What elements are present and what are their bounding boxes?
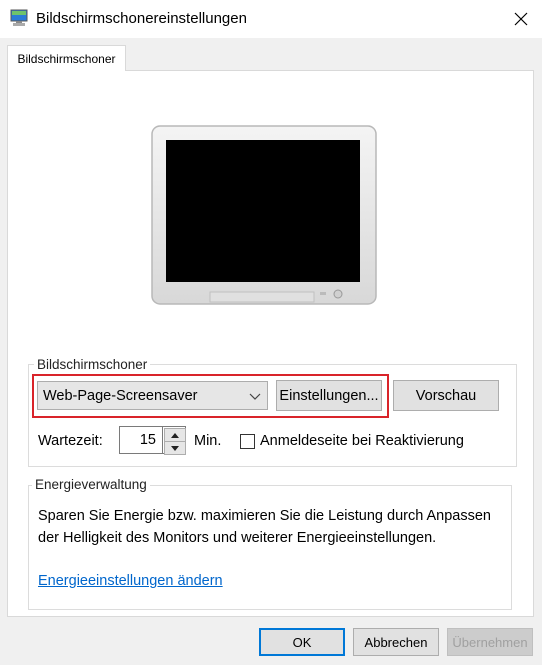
apply-button[interactable]: Übernehmen — [447, 628, 533, 656]
screensaver-select[interactable]: Web-Page-Screensaver — [37, 381, 268, 410]
wait-minutes-input[interactable]: 15 — [119, 426, 163, 454]
energy-description: Sparen Sie Energie bzw. maximieren Sie d… — [38, 508, 491, 546]
resume-logon-checkbox[interactable] — [240, 434, 255, 449]
cancel-button[interactable]: Abbrechen — [353, 628, 439, 656]
spin-down-icon[interactable] — [164, 441, 186, 455]
tab-bildschirmschoner[interactable]: Bildschirmschoner — [7, 45, 126, 71]
chevron-down-icon — [249, 390, 261, 400]
energy-group-label: Energieverwaltung — [32, 477, 150, 492]
wait-minutes-spinner — [163, 426, 186, 455]
ok-button[interactable]: OK — [259, 628, 345, 656]
preview-button[interactable]: Vorschau — [393, 380, 499, 411]
close-icon[interactable] — [506, 6, 536, 32]
screensaver-select-value: Web-Page-Screensaver — [43, 387, 198, 404]
window-title: Bildschirmschonereinstellungen — [36, 10, 247, 27]
minutes-unit-label: Min. — [194, 433, 222, 449]
monitor-preview — [150, 124, 378, 308]
screen-saver-icon — [10, 9, 28, 27]
spin-up-icon[interactable] — [164, 428, 186, 442]
resume-logon-label[interactable]: Anmeldeseite bei Reaktivierung — [260, 433, 464, 449]
settings-button[interactable]: Einstellungen... — [276, 380, 382, 411]
wait-label: Wartezeit: — [38, 433, 103, 449]
energy-settings-link[interactable]: Energieeinstellungen ändern — [38, 573, 223, 589]
screensaver-group-label: Bildschirmschoner — [34, 357, 151, 372]
